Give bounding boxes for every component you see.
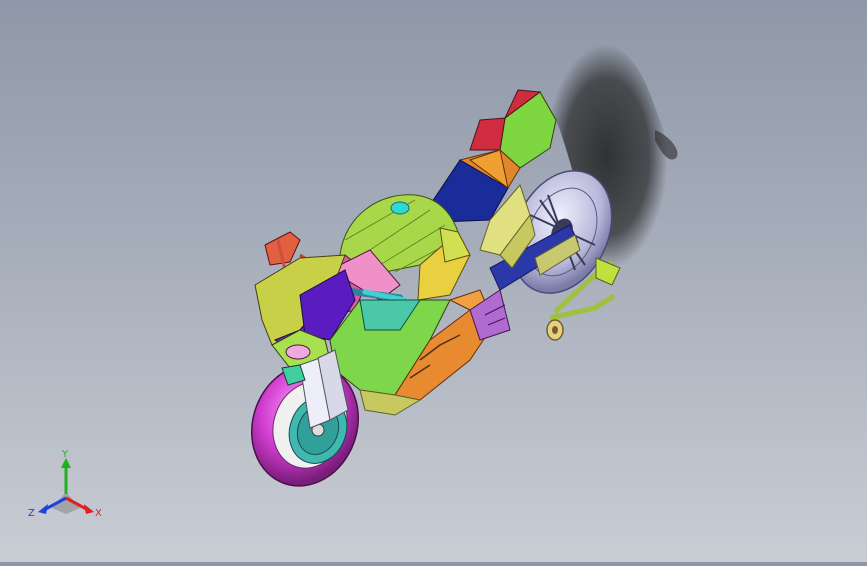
z-axis-arrow: [38, 504, 48, 514]
y-axis-label: Y: [61, 449, 69, 460]
x-axis-arrow: [84, 504, 94, 514]
x-axis-label: X: [95, 508, 102, 519]
coordinate-triad: Y X Z: [28, 449, 102, 519]
graphics-viewport[interactable]: Y X Z: [0, 0, 867, 562]
model-view[interactable]: [0, 0, 867, 562]
z-axis-label: Z: [28, 508, 35, 519]
